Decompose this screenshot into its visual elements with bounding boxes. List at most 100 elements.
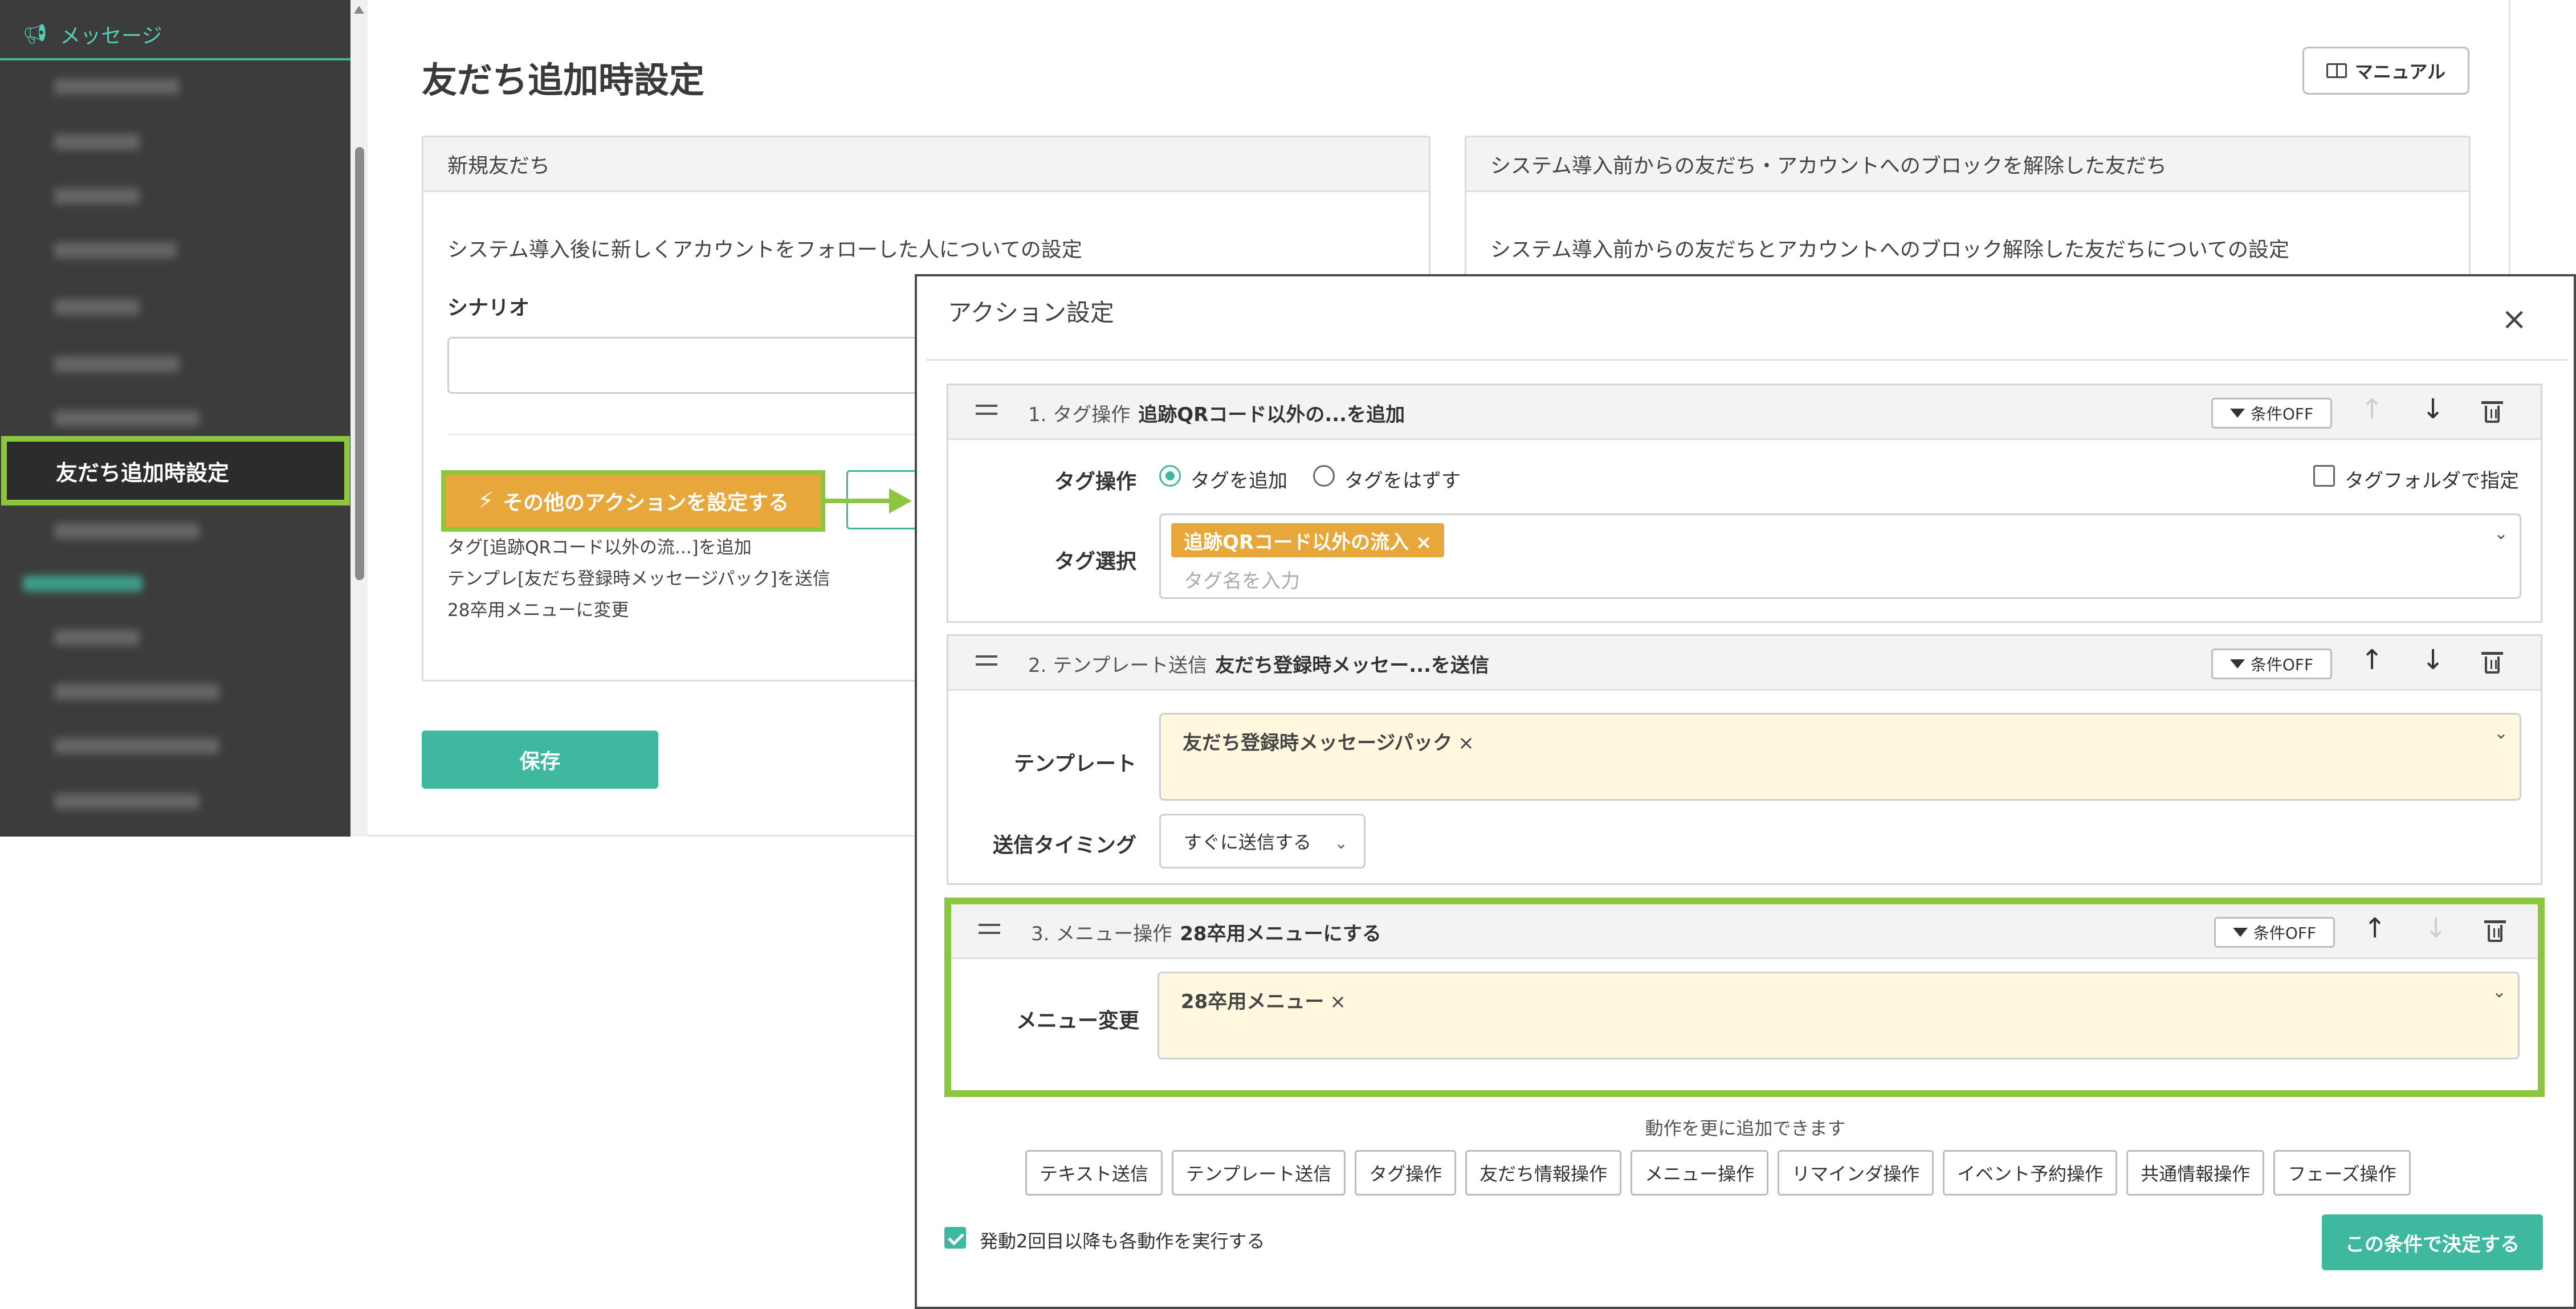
add-text-send-button[interactable]: テキスト送信 — [1025, 1150, 1163, 1196]
tag-search-placeholder[interactable]: タグ名を入力 — [1184, 565, 1300, 593]
add-template-send-button[interactable]: テンプレート送信 — [1172, 1150, 1346, 1196]
remove-value-icon[interactable]: × — [1330, 990, 1346, 1013]
sidebar-item-friend-add-settings[interactable]: 友だち追加時設定 — [1, 436, 350, 505]
sidebar-item-blurred[interactable] — [54, 242, 177, 258]
step-title: 3. メニュー操作 28卒用メニューにする — [1031, 918, 1381, 946]
remove-value-icon[interactable]: × — [1458, 732, 1474, 755]
callout-arrow-head — [889, 488, 912, 513]
action-step-tag: 1. タグ操作 追跡QRコード以外の...を追加 条件OFF ↑ ↓ タグ操作 タ… — [947, 384, 2542, 623]
condition-toggle-button[interactable]: 条件OFF — [2214, 917, 2335, 948]
funnel-icon — [2232, 928, 2248, 937]
scroll-up-arrow-icon[interactable] — [354, 6, 364, 14]
sidebar-item-blurred[interactable] — [54, 299, 140, 315]
arrow-up-icon[interactable]: ↑ — [2363, 915, 2386, 942]
megaphone-icon: 📢︎ — [23, 23, 48, 46]
sidebar-item-blurred[interactable] — [54, 188, 140, 204]
add-event-booking-button[interactable]: イベント予約操作 — [1943, 1150, 2118, 1196]
sidebar-scrollbar[interactable] — [350, 0, 368, 837]
scenario-label: シナリオ — [447, 296, 530, 320]
sidebar-section-blurred[interactable] — [23, 576, 142, 592]
action-settings-modal: アクション設定 × 1. タグ操作 追跡QRコード以外の...を追加 条件OFF … — [915, 274, 2576, 1309]
chevron-down-icon: ⌄ — [1334, 834, 1348, 853]
step-type: 3. メニュー操作 — [1031, 923, 1172, 945]
radio-remove-tag-label[interactable]: タグをはずす — [1344, 465, 1461, 493]
trash-icon[interactable] — [2484, 920, 2506, 942]
add-phase-operation-button[interactable]: フェーズ操作 — [2273, 1150, 2411, 1196]
condition-label: 条件OFF — [2250, 405, 2314, 423]
menu-selected-value: 28卒用メニュー × — [1181, 986, 1346, 1014]
drag-handle-icon[interactable] — [976, 405, 997, 415]
bolt-icon: ⚡︎ — [477, 488, 494, 514]
action-summary-line: テンプレ[友だち登録時メッセージパック]を送信 — [447, 569, 830, 589]
chevron-down-icon[interactable]: ⌄ — [2492, 984, 2506, 1001]
save-button[interactable]: 保存 — [422, 731, 658, 789]
menu-select[interactable]: 28卒用メニュー × ⌄ — [1157, 972, 2520, 1059]
action-step-template: 2. テンプレート送信 友だち登録時メッセー...を送信 条件OFF ↑ ↓ テン… — [947, 634, 2542, 885]
repeat-actions-checkbox[interactable] — [944, 1227, 966, 1249]
step-summary: 28卒用メニューにする — [1180, 923, 1381, 945]
add-shared-info-button[interactable]: 共通情報操作 — [2126, 1150, 2265, 1196]
arrow-down-icon[interactable]: ↓ — [2422, 395, 2444, 423]
drag-handle-icon[interactable] — [979, 924, 1000, 934]
confirm-button[interactable]: この条件で決定する — [2322, 1214, 2543, 1270]
other-actions-label: その他のアクションを設定する — [502, 491, 789, 515]
repeat-actions-label[interactable]: 発動2回目以降も各動作を実行する — [980, 1227, 1265, 1253]
chevron-down-icon[interactable]: ⌄ — [2494, 525, 2508, 543]
tag-select-input[interactable]: 追跡QRコード以外の流入 × タグ名を入力 ⌄ — [1159, 513, 2521, 599]
template-value-text: 友だち登録時メッセージパック — [1183, 732, 1453, 755]
sidebar-section-message[interactable]: 📢︎ メッセージ — [0, 10, 350, 60]
radio-add-tag-label[interactable]: タグを追加 — [1191, 465, 1287, 493]
sidebar-item-blurred[interactable] — [54, 134, 140, 150]
card-description: システム導入後に新しくアカウントをフォローした人についての設定 — [447, 238, 1082, 262]
card-description: システム導入前からの友だちとアカウントへのブロック解除した友だちについての設定 — [1490, 238, 2289, 262]
sidebar-section-label: メッセージ — [60, 25, 162, 48]
drag-handle-icon[interactable] — [976, 655, 997, 666]
sidebar-item-blurred[interactable] — [54, 793, 199, 809]
selected-tag-chip[interactable]: 追跡QRコード以外の流入 × — [1171, 523, 1445, 557]
funnel-icon — [2229, 409, 2245, 418]
trash-icon[interactable] — [2481, 652, 2503, 674]
sidebar-item-blurred[interactable] — [54, 684, 219, 700]
arrow-up-icon[interactable]: ↑ — [2361, 395, 2383, 423]
step-type: 1. タグ操作 — [1028, 403, 1131, 426]
template-select[interactable]: 友だち登録時メッセージパック × ⌄ — [1159, 713, 2521, 801]
step-summary: 追跡QRコード以外の...を追加 — [1138, 403, 1405, 426]
manual-button-label: マニュアル — [2354, 61, 2446, 83]
arrow-up-icon[interactable]: ↑ — [2361, 646, 2383, 674]
step-title: 2. テンプレート送信 友だち登録時メッセー...を送信 — [1028, 650, 1489, 678]
add-actions-caption: 動作を更に追加できます — [1645, 1118, 1846, 1139]
tag-operation-label: タグ操作 — [1054, 470, 1136, 494]
add-tag-operation-button[interactable]: タグ操作 — [1355, 1150, 1457, 1196]
sidebar-item-blurred[interactable] — [54, 79, 180, 95]
action-summary-line: タグ[追跡QRコード以外の流...]を追加 — [447, 537, 752, 558]
add-menu-operation-button[interactable]: メニュー操作 — [1631, 1150, 1769, 1196]
condition-toggle-button[interactable]: 条件OFF — [2211, 649, 2332, 679]
tag-folder-label[interactable]: タグフォルダで指定 — [2345, 465, 2519, 493]
step-header: 3. メニュー操作 28卒用メニューにする 条件OFF ↑ ↓ — [951, 904, 2538, 959]
sidebar-item-label: 友だち追加時設定 — [56, 460, 230, 486]
add-reminder-button[interactable]: リマインダ操作 — [1778, 1150, 1934, 1196]
arrow-down-icon[interactable]: ↓ — [2424, 915, 2447, 942]
action-step-menu: 3. メニュー操作 28卒用メニューにする 条件OFF ↑ ↓ メニュー変更 28… — [944, 898, 2545, 1097]
callout-arrow — [825, 499, 894, 503]
radio-remove-tag[interactable] — [1313, 465, 1335, 487]
sidebar-item-blurred[interactable] — [54, 356, 180, 372]
other-actions-button[interactable]: ⚡︎ その他のアクションを設定する — [441, 470, 825, 532]
trash-icon[interactable] — [2481, 401, 2503, 423]
close-icon[interactable]: × — [2501, 304, 2527, 335]
add-friend-info-button[interactable]: 友だち情報操作 — [1465, 1150, 1622, 1196]
add-action-buttons: テキスト送信 テンプレート送信 タグ操作 友だち情報操作 メニュー操作 リマイン… — [1025, 1150, 2411, 1196]
chevron-down-icon[interactable]: ⌄ — [2494, 725, 2508, 742]
manual-button[interactable]: マニュアル — [2302, 47, 2469, 95]
condition-toggle-button[interactable]: 条件OFF — [2211, 398, 2332, 429]
tag-folder-checkbox[interactable] — [2313, 465, 2335, 487]
radio-add-tag[interactable] — [1159, 465, 1181, 487]
sidebar-item-blurred[interactable] — [54, 523, 199, 539]
sidebar-item-blurred[interactable] — [54, 738, 219, 754]
send-timing-select[interactable]: すぐに送信する ⌄ — [1159, 814, 1366, 868]
menu-value-text: 28卒用メニュー — [1181, 990, 1324, 1013]
sidebar-item-blurred[interactable] — [54, 410, 199, 426]
sidebar-item-blurred[interactable] — [54, 630, 140, 646]
scrollbar-thumb[interactable] — [355, 147, 364, 580]
arrow-down-icon[interactable]: ↓ — [2422, 646, 2444, 674]
